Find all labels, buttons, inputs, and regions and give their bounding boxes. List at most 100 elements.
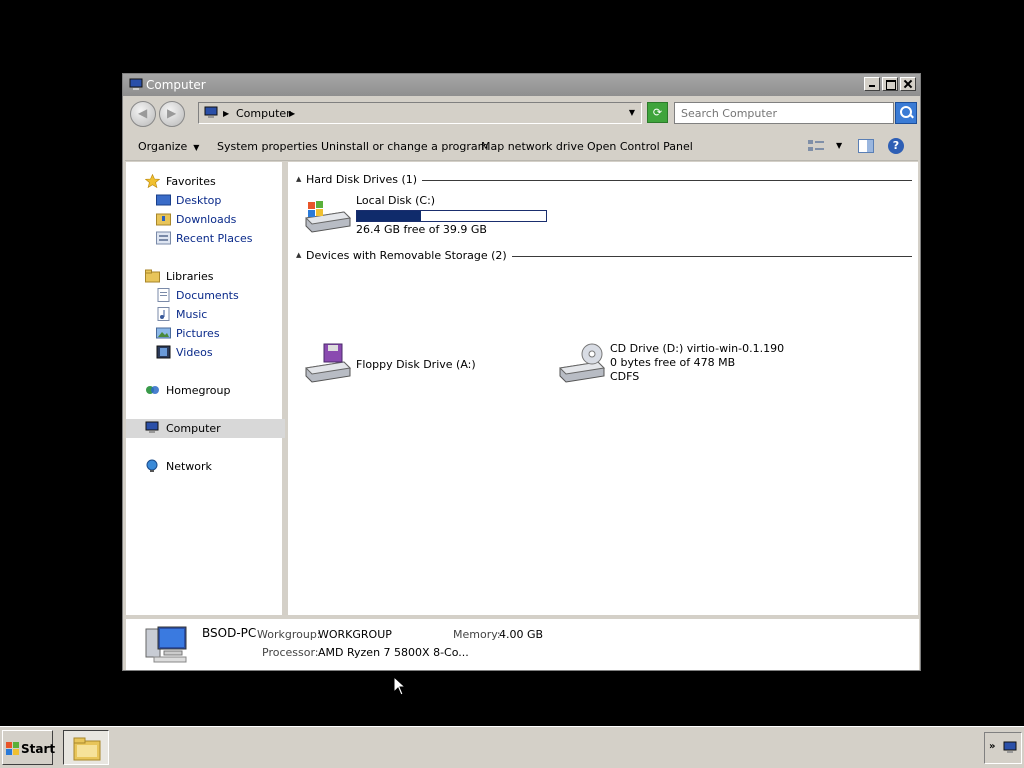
nav-documents[interactable]: Documents [126, 286, 285, 305]
nav-label: Recent Places [176, 232, 253, 245]
content-pane: ▲ Hard Disk Drives (1) Local Disk (C:) 2… [288, 162, 918, 615]
pictures-icon [156, 327, 171, 339]
back-button[interactable]: ◀ [130, 101, 156, 127]
breadcrumb-separator-icon[interactable]: ▶ [223, 109, 229, 118]
nav-label: Desktop [176, 194, 222, 207]
show-hidden-icons-chevron-icon[interactable]: » [989, 741, 995, 752]
windows-logo-icon [6, 742, 19, 755]
close-button[interactable] [900, 77, 916, 91]
memory-value: 4.00 GB [499, 628, 544, 641]
refresh-button[interactable]: ⟳ [647, 102, 668, 123]
documents-icon [157, 288, 170, 302]
nav-music[interactable]: Music [126, 305, 285, 324]
nav-pictures[interactable]: Pictures [126, 324, 285, 343]
nav-desktop[interactable]: Desktop [126, 191, 285, 210]
forward-arrow-icon: ▶ [167, 106, 177, 120]
view-options-chevron-icon[interactable]: ▼ [836, 141, 842, 150]
processor-value: AMD Ryzen 7 5800X 8-Co... [318, 646, 469, 659]
group-title: Hard Disk Drives (1) [306, 173, 423, 186]
nav-label: Music [176, 308, 208, 321]
processor-label: Processor: [262, 646, 319, 659]
forward-button[interactable]: ▶ [159, 101, 185, 127]
navigation-pane: Favorites Desktop Downloads Recent Place… [126, 162, 285, 615]
start-button[interactable]: Start [2, 730, 56, 765]
network-icon [146, 459, 158, 472]
workgroup-label: Workgroup: [257, 628, 321, 641]
nav-recent-places[interactable]: Recent Places [126, 229, 285, 248]
breadcrumb-computer[interactable]: Computer [236, 107, 291, 120]
nav-computer[interactable]: Computer [126, 419, 285, 438]
group-header-removable-storage[interactable]: ▲ Devices with Removable Storage (2) [296, 248, 912, 264]
computer-icon [145, 626, 187, 663]
collapse-arrow-icon[interactable]: ▲ [296, 175, 301, 183]
drive-local-disk-c[interactable]: Local Disk (C:) 26.4 GB free of 39.9 GB [304, 194, 564, 240]
search-icon[interactable] [895, 102, 917, 124]
nav-label: Libraries [166, 270, 214, 283]
recent-places-icon [156, 231, 171, 245]
floppy-drive-icon [304, 343, 352, 383]
map-network-drive-button[interactable]: Map network drive [481, 140, 584, 153]
star-icon [145, 174, 160, 188]
nav-libraries[interactable]: Libraries [126, 267, 285, 286]
drive-free-space: 0 bytes free of 478 MB [610, 356, 736, 369]
title-bar[interactable]: Computer [123, 74, 920, 96]
network-status-icon[interactable] [1003, 741, 1017, 754]
folder-icon [73, 737, 101, 761]
homegroup-icon [146, 386, 159, 394]
windows-hard-drive-icon [304, 201, 352, 233]
nav-downloads[interactable]: Downloads [126, 210, 285, 229]
change-view-icon[interactable] [807, 138, 825, 154]
search-input[interactable] [674, 102, 894, 124]
nav-label: Pictures [176, 327, 220, 340]
organize-button[interactable]: Organize ▼ [138, 140, 199, 153]
back-arrow-icon: ◀ [138, 106, 148, 120]
nav-videos[interactable]: Videos [126, 343, 285, 362]
collapse-arrow-icon[interactable]: ▲ [296, 251, 301, 259]
group-header-hard-disk-drives[interactable]: ▲ Hard Disk Drives (1) [296, 172, 912, 188]
taskbar: Start » [0, 726, 1024, 768]
drive-usage-fill [357, 211, 422, 221]
drive-cd-d[interactable]: CD Drive (D:) virtio-win-0.1.190 0 bytes… [558, 342, 798, 388]
help-icon[interactable]: ? [888, 138, 904, 154]
nav-favorites[interactable]: Favorites [126, 172, 285, 191]
details-pane: BSOD-PC Workgroup: WORKGROUP Memory: 4.0… [126, 618, 919, 670]
system-properties-button[interactable]: System properties [217, 140, 318, 153]
drive-free-space: 26.4 GB free of 39.9 GB [356, 223, 487, 236]
nav-label: Homegroup [166, 384, 231, 397]
open-control-panel-button[interactable]: Open Control Panel [587, 140, 693, 153]
nav-network[interactable]: Network [126, 457, 285, 476]
nav-label: Computer [166, 422, 221, 435]
system-tray: » [984, 732, 1022, 764]
chevron-down-icon: ▼ [193, 143, 200, 152]
breadcrumb-separator-icon[interactable]: ▶ [289, 109, 295, 118]
nav-label: Videos [176, 346, 213, 359]
maximize-button[interactable] [882, 77, 898, 91]
start-label: Start [21, 742, 56, 756]
address-row: ◀ ▶ ▶ Computer ▶ ▼ ⟳ [125, 97, 918, 131]
nav-label: Network [166, 460, 212, 473]
computer-icon [145, 421, 159, 433]
address-bar[interactable]: ▶ Computer ▶ ▼ [198, 102, 642, 124]
command-bar: Organize ▼ System properties Uninstall or… [125, 132, 918, 161]
libraries-icon [145, 269, 160, 283]
nav-label: Documents [176, 289, 239, 302]
minimize-button[interactable] [864, 77, 880, 91]
pc-name: BSOD-PC [202, 626, 257, 640]
downloads-folder-icon [156, 213, 171, 226]
uninstall-program-button[interactable]: Uninstall or change a program [321, 140, 488, 153]
nav-label: Downloads [176, 213, 237, 226]
music-icon [157, 307, 170, 321]
taskbar-explorer-button[interactable] [63, 730, 109, 765]
workgroup-value: WORKGROUP [318, 628, 392, 641]
computer-icon [204, 106, 218, 118]
window-title: Computer [146, 78, 206, 92]
nav-label: Favorites [166, 175, 216, 188]
preview-pane-icon[interactable] [858, 139, 874, 153]
drive-filesystem: CDFS [610, 370, 640, 383]
nav-homegroup[interactable]: Homegroup [126, 381, 285, 400]
memory-label: Memory: [453, 628, 501, 641]
drive-name: Local Disk (C:) [356, 194, 436, 207]
chevron-down-icon[interactable]: ▼ [629, 108, 635, 117]
drive-floppy-a[interactable]: Floppy Disk Drive (A:) [304, 342, 504, 388]
organize-label: Organize [138, 140, 188, 153]
